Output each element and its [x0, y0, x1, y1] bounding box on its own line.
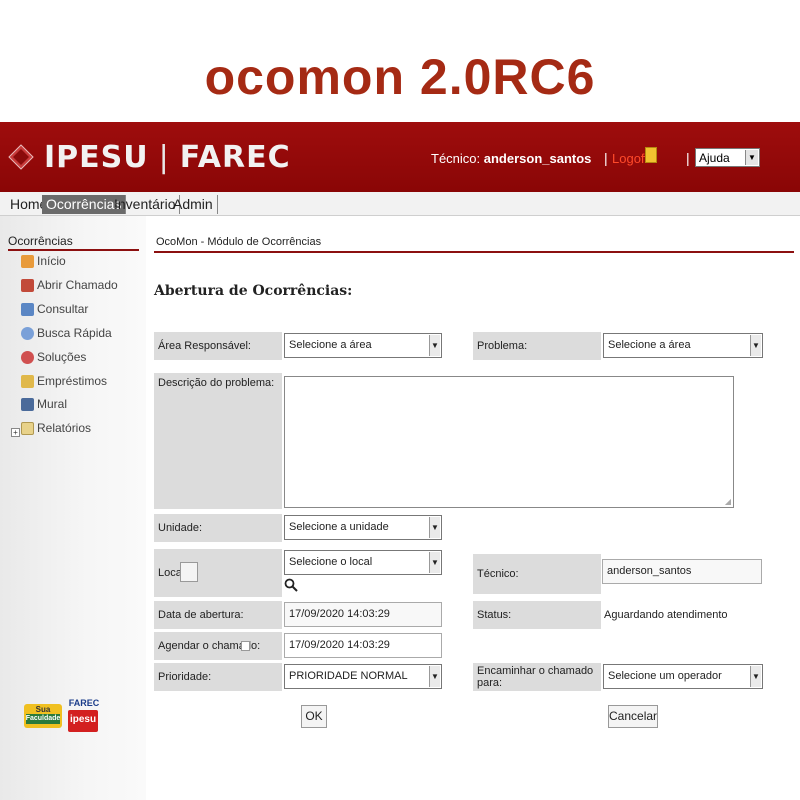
chevron-down-icon: ▼	[429, 552, 440, 573]
local-select[interactable]: Selecione o local ▼	[284, 550, 442, 575]
encaminhar-select[interactable]: Selecione um operador ▼	[603, 664, 763, 689]
technician-name: anderson_santos	[483, 151, 592, 166]
header-divider: |	[686, 150, 690, 166]
sidebar-item-solucoes[interactable]: Soluções	[21, 347, 86, 367]
problema-label: Problema:	[473, 332, 601, 360]
status-label: Status:	[473, 601, 601, 629]
top-nav: Home Ocorrências Inventário Admin	[0, 192, 800, 216]
sidebar-item-mural[interactable]: Mural	[21, 394, 67, 414]
header-divider: |	[604, 150, 608, 166]
sidebar-item-label: Mural	[37, 397, 68, 411]
chevron-down-icon: ▼	[750, 335, 761, 356]
chevron-down-icon: ▼	[429, 517, 440, 538]
descricao-label: Descrição do problema:	[154, 373, 282, 509]
sidebar-item-label: Início	[37, 254, 66, 268]
prioridade-select[interactable]: PRIORIDADE NORMAL ▼	[284, 664, 442, 689]
logo-text-farec: FAREC	[179, 139, 291, 175]
unidade-select[interactable]: Selecione a unidade ▼	[284, 515, 442, 540]
status-value: Aguardando atendimento	[604, 609, 728, 621]
area-select[interactable]: Selecione a área ▼	[284, 333, 442, 358]
tecnico-label: Técnico:	[473, 554, 601, 594]
ipesu-farec-logo: IPESU | FAREC	[8, 138, 291, 176]
sidebar-item-emprestimos[interactable]: Empréstimos	[21, 371, 107, 391]
logo-text-ipesu: IPESU	[44, 139, 149, 175]
agendar-label: Agendar o chamado:	[154, 632, 282, 660]
unidade-label: Unidade:	[154, 514, 282, 542]
banner-title: ocomon 2.0RC6	[204, 49, 596, 105]
query-icon	[21, 302, 34, 316]
resize-grip-icon[interactable]: ◢	[725, 497, 731, 506]
sidebar-item-label: Consultar	[37, 302, 89, 316]
help-select[interactable]: Ajuda ▼	[695, 148, 760, 167]
breadcrumb: OcoMon - Módulo de Ocorrências	[156, 236, 322, 248]
sidebar-item-label: Soluções	[37, 350, 87, 364]
nav-admin[interactable]: Admin	[169, 195, 218, 214]
descricao-textarea[interactable]: ◢	[284, 376, 734, 508]
page: ocomon 2.0RC6 IPESU | FAREC Técnico: and…	[0, 0, 800, 800]
main-content: OcoMon - Módulo de Ocorrências Abertura …	[146, 216, 800, 800]
institution-logos: Sua Faculdade FAREC ipesu	[24, 696, 102, 736]
agendar-field[interactable]: 17/09/2020 14:03:29	[284, 633, 442, 658]
folder-icon	[21, 421, 34, 435]
sidebar-title: Ocorrências	[8, 234, 73, 248]
expand-icon[interactable]: +	[11, 428, 20, 437]
sidebar-item-label: Busca Rápida	[37, 326, 112, 340]
search-icon	[21, 326, 34, 340]
sidebar-item-relatorios[interactable]: Relatórios	[21, 418, 91, 438]
sidebar-item-label: Abrir Chamado	[37, 278, 118, 292]
chevron-down-icon: ▼	[429, 335, 440, 356]
page-title: Abertura de Ocorrências:	[154, 283, 353, 299]
board-icon	[21, 397, 34, 411]
sidebar-item-inicio[interactable]: Início	[21, 251, 66, 271]
solutions-icon	[21, 350, 34, 364]
loans-icon	[21, 374, 34, 388]
area-label: Área Responsável:	[154, 332, 282, 360]
problema-select-value: Selecione a área	[608, 339, 691, 351]
local-select-value: Selecione o local	[289, 556, 373, 568]
sidebar-item-busca-rapida[interactable]: Busca Rápida	[21, 323, 112, 343]
area-select-value: Selecione a área	[289, 339, 372, 351]
prioridade-select-value: PRIORIDADE NORMAL	[289, 670, 408, 682]
data-abertura-field[interactable]: 17/09/2020 14:03:29	[284, 602, 442, 627]
sidebar-item-label: Empréstimos	[37, 374, 108, 388]
unidade-select-value: Selecione a unidade	[289, 521, 389, 533]
technician-info: Técnico: anderson_santos	[431, 151, 591, 166]
home-icon	[21, 254, 34, 268]
prioridade-label: Prioridade:	[154, 663, 282, 691]
encaminhar-select-value: Selecione um operador	[608, 670, 722, 682]
local-picker-button[interactable]	[180, 562, 198, 582]
data-abertura-label: Data de abertura:	[154, 601, 282, 629]
technician-label: Técnico:	[431, 151, 481, 166]
sidebar-item-consultar[interactable]: Consultar	[21, 299, 88, 319]
chevron-down-icon: ▼	[750, 666, 761, 687]
problema-select[interactable]: Selecione a área ▼	[603, 333, 763, 358]
chevron-down-icon: ▼	[745, 150, 758, 165]
breadcrumb-divider	[154, 251, 794, 253]
encaminhar-label: Encaminhar o chamado para:	[473, 663, 601, 691]
sidebar: Ocorrências Início Abrir Chamado Consult…	[0, 216, 146, 800]
tecnico-field[interactable]: anderson_santos	[602, 559, 762, 584]
logoff-icon[interactable]	[645, 147, 657, 163]
open-ticket-icon	[21, 278, 34, 292]
sidebar-item-label: Relatórios	[37, 421, 92, 435]
app-header: IPESU | FAREC Técnico: anderson_santos |…	[0, 122, 800, 192]
chevron-down-icon: ▼	[429, 666, 440, 687]
logo-mark-icon	[8, 144, 34, 170]
agendar-checkbox[interactable]	[241, 641, 250, 651]
local-label: Local:	[154, 549, 282, 597]
sidebar-item-abrir-chamado[interactable]: Abrir Chamado	[21, 275, 118, 295]
magnifier-icon[interactable]	[284, 578, 298, 592]
ok-button[interactable]: OK	[301, 705, 327, 728]
help-select-value: Ajuda	[699, 151, 730, 165]
logo-separator: |	[158, 139, 170, 175]
cancel-button[interactable]: Cancelar	[608, 705, 658, 728]
logoff-link[interactable]: Logoff	[612, 151, 648, 166]
